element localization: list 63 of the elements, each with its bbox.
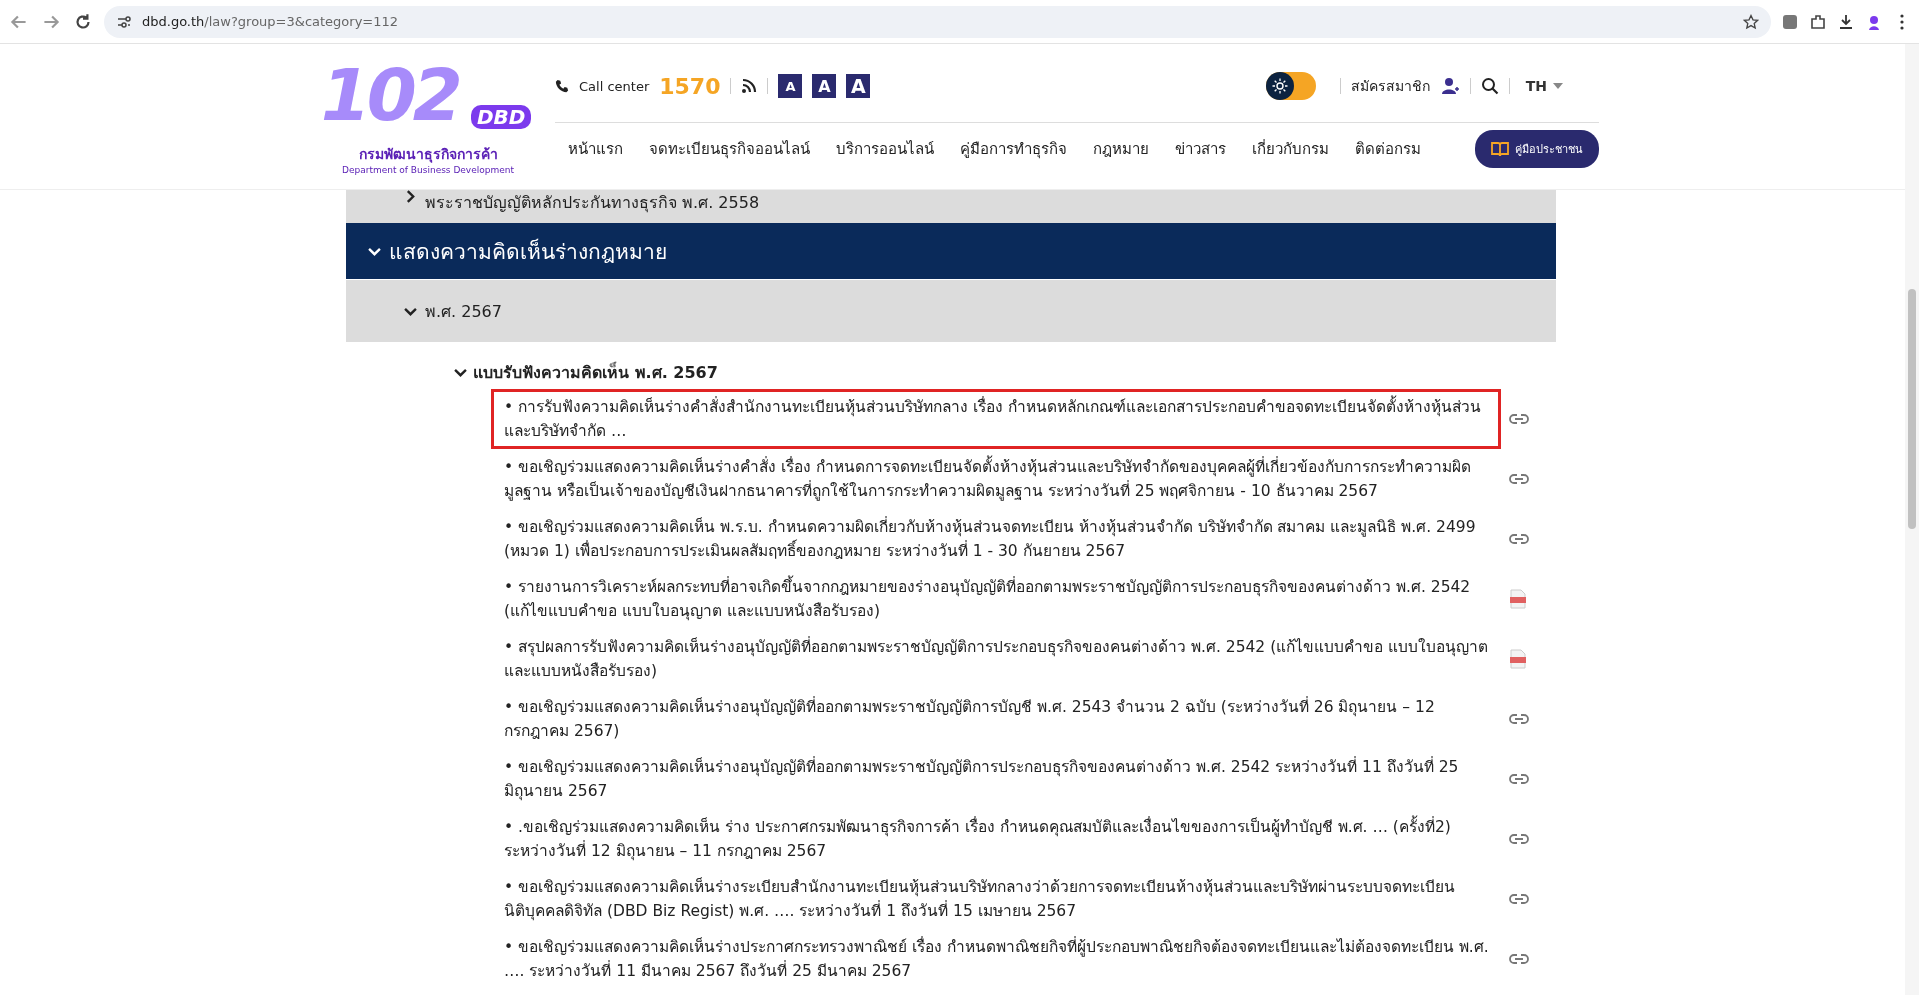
font-size-button[interactable]: A xyxy=(778,74,803,98)
link-icon[interactable] xyxy=(1509,713,1529,725)
nav-link[interactable]: ข่าวสาร xyxy=(1162,137,1239,161)
pdf-file-icon[interactable] xyxy=(1509,589,1527,609)
pdf-file-icon[interactable] xyxy=(1509,649,1527,669)
section-row[interactable]: พระราชบัญญัติหลักประกันทางธุรกิจ พ.ศ. 2558 xyxy=(346,190,1556,223)
nav-link[interactable]: ติดต่อกรม xyxy=(1342,137,1434,161)
document-link[interactable]: • ขอเชิญร่วมแสดงความคิดเห็นร่างอนุบัญญัติที่ออกตามพระราชบัญญัติการประกอบธุรกิจของคนต่างด้าว พ.ศ. 2542 ระหว่างวันที่ 11 ถึงวันที่ 25 มิถุนายน 2567 xyxy=(491,749,1501,809)
nav-link[interactable]: กฎหมาย xyxy=(1080,137,1162,161)
document-link[interactable]: • สรุปผลการรับฟังความคิดเห็นร่างอนุบัญญัติที่ออกตามพระราชบัญญัติการประกอบธุรกิจของคนต่างด้าว พ.ศ. 2542 (แก้ไขแบบคำขอ แบบใบอนุญาต และแบบหนังสือรับรอง) xyxy=(491,629,1501,689)
rss-icon[interactable] xyxy=(741,78,758,94)
section-title: พ.ศ. 2567 xyxy=(425,300,502,323)
document-link[interactable]: • .ขอเชิญร่วมแสดงความคิดเห็น ร่าง ประกาศกรมพัฒนาธุรกิจการค้า เรื่อง กำหนดคุณสมบัติและเงื่อนไขของการเป็นผู้ทำบัญชี พ.ศ. … (ครั้งที่2) ระหว่างวันที่ 12 มิถุนายน – 11 กรกฎาคม 2567 xyxy=(491,809,1501,869)
sun-icon xyxy=(1271,78,1288,94)
font-size-button[interactable]: A xyxy=(846,74,871,98)
document-link[interactable]: • ขอเชิญร่วมแสดงความคิดเห็นร่างอนุบัญญัติที่ออกตามพระราชบัญญัติการบัญชี พ.ศ. 2543 จำนวน 2 ฉบับ (ระหว่างวันที่ 26 มิถุนายน – 12 กรกฎาคม 2567) xyxy=(491,689,1501,749)
font-size-button[interactable]: A xyxy=(812,74,837,98)
document-link[interactable]: • ขอเชิญร่วมแสดงความคิดเห็นร่างคำสั่ง เรื่อง กำหนดการจดทะเบียนจัดตั้งห้างหุ้นส่วนและบริษัทจำกัดของบุคคลผู้ที่เกี่ยวข้องกับการกระทำความผิดมูลฐาน หรือเป็นเจ้าของบัญชีเงินฝากธนาคารที่ถูกใช้ในการกระทำความผิดมูลฐาน ระหว่างวันที่ 25 พฤศจิกายน - 10 ธันวาคม 2567 xyxy=(491,449,1501,509)
link-icon[interactable] xyxy=(1509,773,1529,785)
user-add-icon[interactable] xyxy=(1439,76,1460,96)
search-icon[interactable] xyxy=(1480,77,1499,95)
theme-toggle[interactable] xyxy=(1265,72,1316,100)
nav-link[interactable]: เกี่ยวกับกรม xyxy=(1239,137,1342,161)
scrollbar[interactable] xyxy=(1905,44,1919,995)
document-link[interactable]: • ขอเชิญร่วมแสดงความคิดเห็น พ.ร.บ. กำหนดความผิดเกี่ยวกับห้างหุ้นส่วนจดทะเบียน ห้างหุ้นส่วนจำกัด บริษัทจำกัด สมาคม และมูลนิธิ พ.ศ. 2499 (หมวด 1) เพื่อประกอบการประเมินผลสัมฤทธิ์ของกฎหมาย ระหว่างวันที่ 1 - 30 กันยายน 2567 xyxy=(491,509,1501,569)
section-header[interactable]: แสดงความคิดเห็นร่างกฎหมาย xyxy=(346,223,1556,280)
nav-link[interactable]: คู่มือการทำธุรกิจ xyxy=(947,137,1080,161)
section-title: แสดงความคิดเห็นร่างกฎหมาย xyxy=(389,237,667,266)
link-icon[interactable] xyxy=(1509,833,1529,845)
document-link[interactable]: • ขอเชิญร่วมแสดงความคิดเห็นร่างประกาศกระทรวงพาณิชย์ เรื่อง กำหนดพาณิชยกิจที่ผู้ประกอบพาณิชยกิจต้องจดทะเบียนและไม่ต้องจดทะเบียน พ.ศ. …. ระหว่างวันที่ 11 มีนาคม 2567 ถึงวันที่ 25 มีนาคม 2567 xyxy=(491,929,1501,989)
nav-link[interactable]: บริการออนไลน์ xyxy=(823,137,947,161)
section-title: พระราชบัญญัติหลักประกันทางธุรกิจ พ.ศ. 2558 xyxy=(425,192,760,215)
site-settings-icon[interactable] xyxy=(116,13,132,30)
guide-button[interactable]: คู่มือประชาชน xyxy=(1475,130,1599,168)
download-icon[interactable] xyxy=(1837,12,1855,31)
document-link[interactable]: • รายงานการวิเคราะห์ผลกระทบที่อาจเกิดขึ้นจากกฎหมายของร่างอนุบัญญัติที่ออกตามพระราชบัญญัติการประกอบธุรกิจของคนต่างด้าว พ.ศ. 2542 (แก้ไขแบบคำขอ แบบใบอนุญาต และแบบหนังสือรับรอง) xyxy=(491,569,1501,629)
link-icon[interactable] xyxy=(1509,413,1529,425)
star-icon[interactable] xyxy=(1743,13,1759,30)
document-link[interactable]: • ขอเชิญร่วมแสดงความคิดเห็นร่างระเบียบสำนักงานทะเบียนหุ้นส่วนบริษัทกลางว่าด้วยการจดทะเบียนห้างหุ้นส่วนและบริษัทผ่านระบบจดทะเบียนนิติบุคคลดิจิทัล (DBD Biz Regist) พ.ศ. …. ระหว่างวันที่ 1 ถึงวันที่ 15 เมษายน 2567 xyxy=(491,869,1501,929)
url-text: dbd.go.th/law?group=3&category=112 xyxy=(142,14,399,29)
call-center-label: Call center xyxy=(579,78,650,94)
org-name-english: Department of Business Development xyxy=(342,164,514,175)
chevron-icon xyxy=(454,366,467,379)
chevron-icon xyxy=(404,190,417,203)
book-icon xyxy=(1491,141,1509,157)
phone-icon xyxy=(555,79,569,93)
address-bar[interactable]: dbd.go.th/law?group=3&category=112 xyxy=(104,5,1771,38)
caret-icon xyxy=(1553,83,1563,89)
nav-link[interactable]: จดทะเบียนธุรกิจออนไลน์ xyxy=(636,137,823,161)
language-selector[interactable]: TH xyxy=(1519,77,1569,95)
register-link[interactable]: สมัครสมาชิก xyxy=(1350,75,1430,97)
logo[interactable]: 102 DBD xyxy=(314,50,542,141)
link-icon[interactable] xyxy=(1509,953,1529,965)
section-row[interactable]: พ.ศ. 2567 xyxy=(346,280,1556,342)
org-name: กรมพัฒนาธุรกิจการค้า xyxy=(358,144,498,165)
extension-icon[interactable] xyxy=(1781,12,1799,31)
link-icon[interactable] xyxy=(1509,473,1529,485)
highlighted-document-link[interactable]: • การรับฟังความคิดเห็นร่างคำสั่งสำนักงานทะเบียนหุ้นส่วนบริษัทกลาง เรื่อง กำหนดหลักเกณฑ์และเอกสารประกอบคำขอจดทะเบียนจัดตั้งห้างหุ้นส่วนและบริษัทจำกัด … xyxy=(491,389,1501,449)
group-title[interactable]: แบบรับฟังความคิดเห็น พ.ศ. 2567 xyxy=(473,360,718,385)
nav-link[interactable]: หน้าแรก xyxy=(555,137,636,161)
link-icon[interactable] xyxy=(1509,893,1529,905)
puzzle-icon[interactable] xyxy=(1809,12,1827,31)
link-icon[interactable] xyxy=(1509,533,1529,545)
